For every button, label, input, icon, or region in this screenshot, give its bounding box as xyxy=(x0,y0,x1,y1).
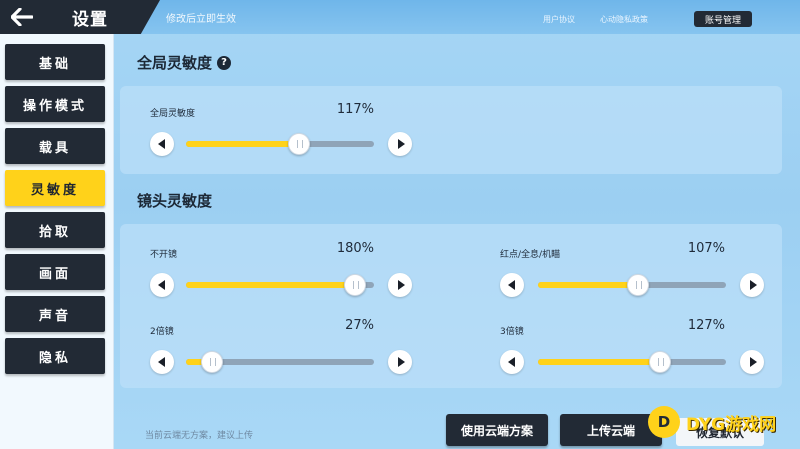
triangle-left-icon xyxy=(157,139,165,149)
page-title: 设置 xyxy=(72,9,108,30)
slider-value: 180% xyxy=(336,241,374,256)
slider-label: 3倍镜 xyxy=(500,327,524,337)
triangle-left-icon xyxy=(157,280,165,290)
sidebar-item-vehicle[interactable]: 载具 xyxy=(5,128,105,164)
slider-fill xyxy=(538,282,638,288)
question-icon[interactable]: ? xyxy=(217,55,232,70)
effect-hint: 修改后立即生效 xyxy=(166,14,236,25)
slider-track[interactable] xyxy=(186,351,374,373)
decrease-button[interactable] xyxy=(150,273,174,297)
cloud-hint: 当前云端无方案，建议上传 xyxy=(145,431,254,441)
sidebar-item-control-mode[interactable]: 操作模式 xyxy=(5,86,105,122)
sidebar-item-privacy[interactable]: 隐私 xyxy=(5,338,105,374)
slider-handle[interactable] xyxy=(201,351,223,373)
user-agreement-link[interactable]: 用户协议 xyxy=(543,14,575,25)
slider-handle[interactable] xyxy=(344,274,366,296)
privacy-policy-link[interactable]: 心动隐私政策 xyxy=(600,14,648,25)
sidebar-item-sensitivity[interactable]: 灵敏度 xyxy=(5,170,105,206)
slider-handle[interactable] xyxy=(649,351,671,373)
global-panel xyxy=(120,86,782,174)
slider-label: 不开镜 xyxy=(150,250,178,260)
watermark: D DYG游戏网 xyxy=(648,403,798,441)
increase-button[interactable] xyxy=(740,273,764,297)
increase-button[interactable] xyxy=(388,132,412,156)
decrease-button[interactable] xyxy=(500,273,524,297)
use-cloud-scheme-button[interactable]: 使用云端方案 xyxy=(446,414,548,446)
watermark-text: DYG游戏网 xyxy=(686,414,777,435)
camera-section-title: 镜头灵敏度 xyxy=(137,190,212,211)
triangle-left-icon xyxy=(507,357,515,367)
arrow-left-icon[interactable] xyxy=(0,0,44,34)
increase-button[interactable] xyxy=(388,350,412,374)
triangle-right-icon xyxy=(397,280,405,290)
slider-handle[interactable] xyxy=(288,133,310,155)
camera-section-title-text: 镜头灵敏度 xyxy=(137,192,213,210)
slider-track[interactable] xyxy=(186,133,374,155)
slider-value: 107% xyxy=(687,241,725,256)
decrease-button[interactable] xyxy=(150,350,174,374)
slider-fill xyxy=(186,282,355,288)
slider-label: 2倍镜 xyxy=(150,327,174,337)
triangle-left-icon xyxy=(507,280,515,290)
increase-button[interactable] xyxy=(740,350,764,374)
slider-label: 全局灵敏度 xyxy=(150,109,196,119)
sidebar-item-graphics[interactable]: 画面 xyxy=(5,254,105,290)
slider-handle[interactable] xyxy=(627,274,649,296)
slider-label: 红点/全息/机瞄 xyxy=(500,250,561,260)
slider-fill xyxy=(186,141,299,147)
triangle-right-icon xyxy=(749,280,757,290)
slider-value: 117% xyxy=(336,102,374,117)
title-block: 设置 xyxy=(0,0,160,34)
global-section-title-text: 全局灵敏度 xyxy=(137,54,213,72)
sidebar-item-basic[interactable]: 基础 xyxy=(5,44,105,80)
watermark-logo: D xyxy=(648,406,680,438)
decrease-button[interactable] xyxy=(500,350,524,374)
decrease-button[interactable] xyxy=(150,132,174,156)
sidebar-item-pickup[interactable]: 拾取 xyxy=(5,212,105,248)
triangle-left-icon xyxy=(157,357,165,367)
upload-cloud-button[interactable]: 上传云端 xyxy=(560,414,662,446)
slider-value: 27% xyxy=(345,318,374,333)
triangle-right-icon xyxy=(749,357,757,367)
sidebar: 基础 操作模式 载具 灵敏度 拾取 画面 声音 隐私 xyxy=(0,34,114,449)
triangle-right-icon xyxy=(397,139,405,149)
slider-track[interactable] xyxy=(538,274,726,296)
sidebar-item-sound[interactable]: 声音 xyxy=(5,296,105,332)
slider-value: 127% xyxy=(687,318,725,333)
slider-track[interactable] xyxy=(538,351,726,373)
slider-fill xyxy=(538,359,660,365)
increase-button[interactable] xyxy=(388,273,412,297)
slider-track[interactable] xyxy=(186,274,374,296)
global-section-title: 全局灵敏度 ? xyxy=(137,52,232,73)
account-management-button[interactable]: 账号管理 xyxy=(694,11,752,27)
triangle-right-icon xyxy=(397,357,405,367)
